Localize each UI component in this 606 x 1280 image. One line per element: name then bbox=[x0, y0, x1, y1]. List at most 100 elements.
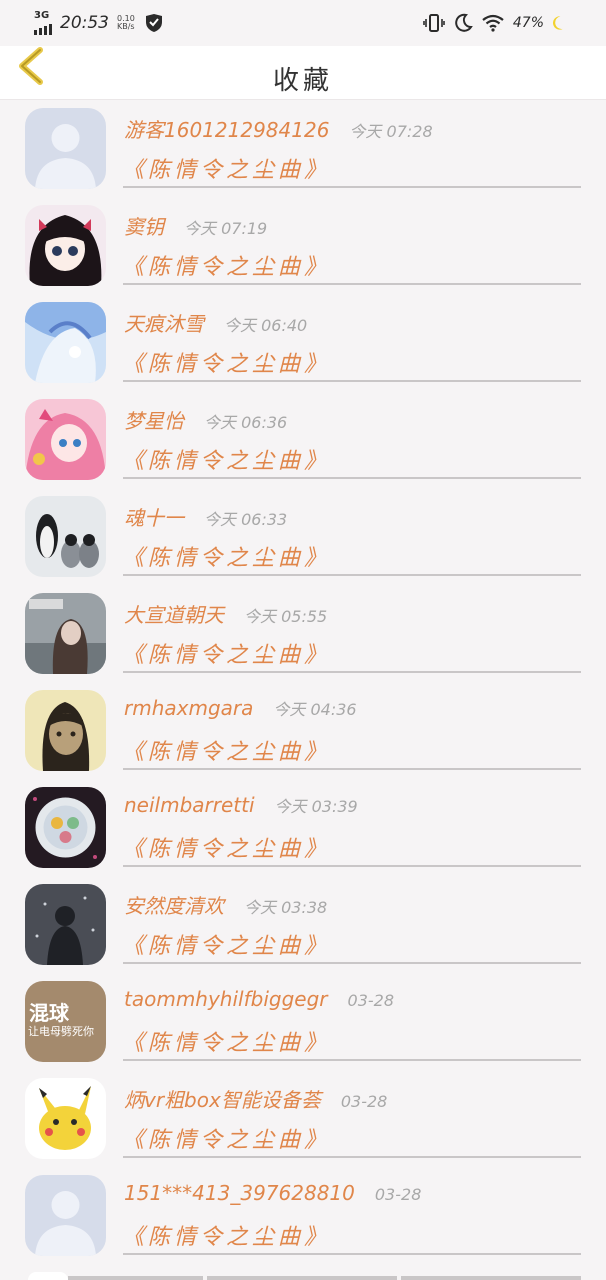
dark-figure-avatar-icon bbox=[25, 884, 106, 965]
favorite-title[interactable]: 《陈情令之尘曲》 bbox=[122, 1219, 330, 1251]
post-time: 03-28 bbox=[374, 1185, 422, 1204]
divider bbox=[207, 1276, 397, 1280]
avatar[interactable] bbox=[25, 787, 106, 868]
divider bbox=[123, 477, 581, 479]
favorite-title[interactable]: 《陈情令之尘曲》 bbox=[122, 1122, 330, 1154]
list-item[interactable]: rmhaxmgara 今天 04:36 《陈情令之尘曲》 bbox=[0, 682, 606, 779]
avatar[interactable] bbox=[25, 205, 106, 286]
list-item[interactable]: 炳vr粗box智能设备荟 03-28 《陈情令之尘曲》 bbox=[0, 1070, 606, 1167]
favorites-list: 游客1601212984126 今天 07:28 《陈情令之尘曲》 窦钥 今天 … bbox=[0, 100, 606, 1264]
user-name[interactable]: 魂十一 bbox=[124, 502, 184, 531]
user-line: 天痕沐雪 今天 06:40 bbox=[124, 308, 307, 337]
divider bbox=[68, 1276, 203, 1280]
status-time: 20:53 bbox=[60, 13, 109, 33]
post-time: 今天 04:36 bbox=[273, 700, 357, 719]
divider bbox=[123, 671, 581, 673]
avatar[interactable]: 混球 让电母劈死你 bbox=[25, 981, 106, 1062]
divider bbox=[123, 283, 581, 285]
network-indicator: 3G bbox=[34, 11, 52, 35]
post-time: 今天 03:38 bbox=[244, 898, 328, 917]
user-line: 游客1601212984126 今天 07:28 bbox=[124, 114, 433, 143]
speed-unit: KB/s bbox=[117, 22, 135, 31]
user-name[interactable]: 151***413_397628810 bbox=[124, 1181, 355, 1205]
divider bbox=[123, 574, 581, 576]
user-name[interactable]: 大宣道朝天 bbox=[124, 599, 224, 628]
user-name[interactable]: 窦钥 bbox=[124, 211, 164, 240]
user-line: taommhyhilfbiggegr 03-28 bbox=[124, 987, 394, 1011]
title-bar: 收藏 bbox=[0, 46, 606, 100]
post-time: 今天 07:19 bbox=[184, 219, 268, 238]
user-name[interactable]: 梦星怡 bbox=[124, 405, 184, 434]
list-item[interactable]: 混球 让电母劈死你 taommhyhilfbiggegr 03-28 《陈情令之… bbox=[0, 973, 606, 1070]
list-item[interactable]: 天痕沐雪 今天 06:40 《陈情令之尘曲》 bbox=[0, 294, 606, 391]
favorite-title[interactable]: 《陈情令之尘曲》 bbox=[122, 637, 330, 669]
user-line: 大宣道朝天 今天 05:55 bbox=[124, 599, 327, 628]
divider bbox=[401, 1276, 581, 1280]
list-item[interactable]: 大宣道朝天 今天 05:55 《陈情令之尘曲》 bbox=[0, 585, 606, 682]
favorite-title[interactable]: 《陈情令之尘曲》 bbox=[122, 346, 330, 378]
avatar[interactable] bbox=[25, 399, 106, 480]
user-line: neilmbarretti 今天 03:39 bbox=[124, 793, 358, 817]
divider bbox=[123, 380, 581, 382]
favorite-title[interactable]: 《陈情令之尘曲》 bbox=[122, 831, 330, 863]
favorite-title[interactable]: 《陈情令之尘曲》 bbox=[122, 540, 330, 572]
battery-percent: 47% bbox=[512, 15, 544, 31]
user-name[interactable]: 安然度清欢 bbox=[124, 890, 224, 919]
default-avatar-icon bbox=[25, 1175, 106, 1256]
favorite-title[interactable]: 《陈情令之尘曲》 bbox=[122, 734, 330, 766]
favorite-title[interactable]: 《陈情令之尘曲》 bbox=[122, 928, 330, 960]
avatar[interactable] bbox=[25, 302, 106, 383]
favorite-title[interactable]: 《陈情令之尘曲》 bbox=[122, 152, 330, 184]
avatar[interactable] bbox=[25, 884, 106, 965]
list-item[interactable]: 游客1601212984126 今天 07:28 《陈情令之尘曲》 bbox=[0, 100, 606, 197]
post-time: 今天 03:39 bbox=[274, 797, 358, 816]
post-time: 今天 06:40 bbox=[224, 316, 308, 335]
user-name[interactable]: taommhyhilfbiggegr bbox=[124, 987, 328, 1011]
avatar[interactable] bbox=[25, 1078, 106, 1159]
user-name[interactable]: neilmbarretti bbox=[124, 793, 255, 817]
favorite-title[interactable]: 《陈情令之尘曲》 bbox=[122, 249, 330, 281]
man-photo-avatar-icon bbox=[25, 690, 106, 771]
divider bbox=[123, 962, 581, 964]
user-name[interactable]: rmhaxmgara bbox=[124, 696, 253, 720]
list-item[interactable]: 魂十一 今天 06:33 《陈情令之尘曲》 bbox=[0, 488, 606, 585]
status-left: 3G 20:53 0.10 KB/s bbox=[34, 11, 165, 35]
list-item[interactable]: 梦星怡 今天 06:36 《陈情令之尘曲》 bbox=[0, 391, 606, 488]
user-line: rmhaxmgara 今天 04:36 bbox=[124, 696, 357, 720]
list-item[interactable]: 151***413_397628810 03-28 《陈情令之尘曲》 bbox=[0, 1167, 606, 1264]
blue-anime-avatar-icon bbox=[25, 302, 106, 383]
post-time: 03-28 bbox=[347, 991, 395, 1010]
favorite-title[interactable]: 《陈情令之尘曲》 bbox=[122, 443, 330, 475]
divider bbox=[123, 1253, 581, 1255]
post-time: 今天 06:36 bbox=[204, 413, 288, 432]
avatar[interactable] bbox=[25, 593, 106, 674]
divider bbox=[123, 1059, 581, 1061]
user-line: 151***413_397628810 03-28 bbox=[124, 1181, 421, 1205]
user-name[interactable]: 天痕沐雪 bbox=[124, 308, 204, 337]
penguins-avatar-icon bbox=[25, 496, 106, 577]
page-title: 收藏 bbox=[272, 66, 333, 96]
avatar[interactable] bbox=[25, 1175, 106, 1256]
user-line: 窦钥 今天 07:19 bbox=[124, 211, 267, 240]
list-item[interactable]: 安然度清欢 今天 03:38 《陈情令之尘曲》 bbox=[0, 876, 606, 973]
avatar[interactable] bbox=[25, 496, 106, 577]
user-line: 炳vr粗box智能设备荟 03-28 bbox=[124, 1084, 387, 1113]
post-time: 03-28 bbox=[340, 1092, 388, 1111]
vibrate-icon bbox=[423, 14, 445, 32]
list-item[interactable]: neilmbarretti 今天 03:39 《陈情令之尘曲》 bbox=[0, 779, 606, 876]
avatar[interactable] bbox=[25, 690, 106, 771]
do-not-disturb-moon-icon bbox=[455, 13, 473, 32]
battery-moon-icon bbox=[553, 16, 569, 30]
user-name[interactable]: 游客1601212984126 bbox=[124, 114, 329, 143]
avatar[interactable] bbox=[25, 108, 106, 189]
pikachu-avatar-icon bbox=[25, 1078, 106, 1159]
girl-photo-avatar-icon bbox=[25, 593, 106, 674]
network-type: 3G bbox=[34, 10, 50, 21]
list-item[interactable]: 窦钥 今天 07:19 《陈情令之尘曲》 bbox=[0, 197, 606, 294]
status-right: 47% bbox=[423, 13, 572, 33]
divider bbox=[123, 1156, 581, 1158]
post-time: 今天 06:33 bbox=[204, 510, 288, 529]
user-name[interactable]: 炳vr粗box智能设备荟 bbox=[124, 1084, 321, 1113]
next-row-peek bbox=[0, 1264, 606, 1280]
favorite-title[interactable]: 《陈情令之尘曲》 bbox=[122, 1025, 330, 1057]
